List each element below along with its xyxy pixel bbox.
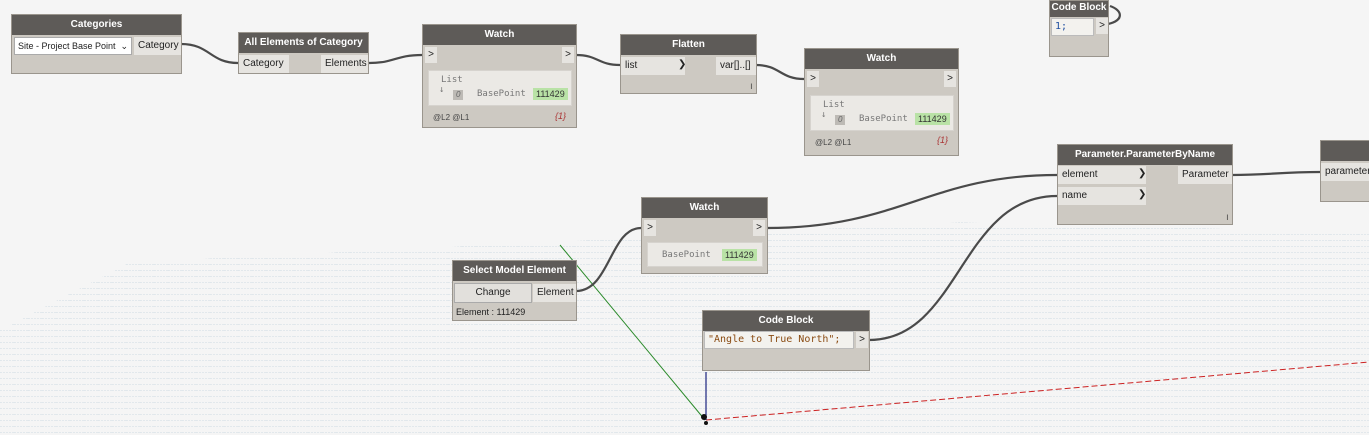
chevron-right-icon: ❯ bbox=[1138, 189, 1147, 200]
node-title bbox=[1321, 141, 1369, 161]
input-port[interactable]: > bbox=[644, 220, 656, 236]
wire-watch1-to-flatten bbox=[575, 53, 621, 67]
expand-arrow-icon: ↓ bbox=[439, 85, 445, 95]
wire-all-elements-to-watch1 bbox=[368, 53, 423, 65]
item-count: {1} bbox=[936, 135, 948, 145]
output-port-elements[interactable]: Elements bbox=[321, 55, 368, 73]
code-block-node-top[interactable]: Code Block 1; > bbox=[1049, 0, 1109, 57]
node-title: Select Model Element bbox=[453, 261, 576, 281]
categories-node[interactable]: Categories Site - Project Base Point ⌄ C… bbox=[11, 14, 182, 74]
node-title: Flatten bbox=[621, 35, 756, 55]
list-levels: @L2 @L1 bbox=[815, 138, 852, 147]
origin-point bbox=[701, 414, 707, 420]
output-port[interactable]: > bbox=[944, 71, 956, 87]
watch-node-3[interactable]: Watch > > BasePoint 111429 bbox=[641, 197, 768, 274]
dropdown-value: Site - Project Base Point bbox=[18, 41, 116, 51]
list-levels: @L2 @L1 bbox=[433, 113, 470, 122]
input-port[interactable]: > bbox=[807, 71, 819, 87]
lacing-indicator: l bbox=[1226, 215, 1228, 222]
element-id-value: 111429 bbox=[722, 249, 757, 261]
watch-output-box: List ↓ 0 BasePoint 111429 bbox=[810, 95, 954, 131]
parameter-by-name-node[interactable]: Parameter.ParameterByName element ❯ name… bbox=[1057, 144, 1233, 225]
wire-categories-to-all-elements bbox=[180, 42, 239, 65]
node-title: All Elements of Category bbox=[239, 33, 368, 53]
wire-param-to-partial bbox=[1231, 170, 1321, 177]
chevron-down-icon: ⌄ bbox=[120, 41, 128, 51]
list-item: BasePoint bbox=[662, 250, 711, 260]
input-port-category[interactable]: Category bbox=[239, 55, 289, 73]
output-port[interactable]: > bbox=[856, 332, 868, 348]
watch-output-box: BasePoint 111429 bbox=[647, 242, 763, 267]
watch-node-2[interactable]: Watch > > List ↓ 0 BasePoint 111429 @L2 … bbox=[804, 48, 959, 156]
output-port[interactable]: > bbox=[753, 220, 765, 236]
wire-watch3-to-param bbox=[766, 173, 1058, 230]
output-port[interactable]: > bbox=[562, 47, 574, 63]
list-label: List bbox=[441, 75, 463, 85]
input-port-element[interactable]: element bbox=[1058, 166, 1146, 184]
list-index: 0 bbox=[453, 90, 464, 100]
category-dropdown[interactable]: Site - Project Base Point ⌄ bbox=[14, 37, 132, 55]
wire-code-block-top bbox=[1107, 4, 1121, 26]
code-block-node-bottom[interactable]: Code Block "Angle to True North"; > bbox=[702, 310, 870, 371]
output-port[interactable]: var[]..[] bbox=[716, 57, 756, 75]
graph-canvas[interactable]: Categories Site - Project Base Point ⌄ C… bbox=[0, 0, 1369, 435]
chevron-right-icon: ❯ bbox=[1138, 168, 1147, 179]
list-index: 0 bbox=[835, 115, 846, 125]
input-port-parameter[interactable]: parameter bbox=[1321, 163, 1369, 181]
node-title: Categories bbox=[12, 15, 181, 35]
node-title: Code Block bbox=[1050, 1, 1108, 17]
selection-status: Element : 111429 bbox=[456, 307, 526, 317]
output-port-parameter[interactable]: Parameter bbox=[1178, 166, 1232, 184]
list-label: List bbox=[823, 100, 845, 110]
input-port[interactable]: > bbox=[425, 47, 437, 63]
change-button[interactable]: Change bbox=[454, 283, 532, 303]
node-title: Watch bbox=[805, 49, 958, 69]
wire-flatten-to-watch2 bbox=[755, 63, 805, 81]
element-id-value: 111429 bbox=[533, 88, 568, 100]
lacing-indicator: l bbox=[750, 84, 752, 91]
list-item: BasePoint bbox=[477, 89, 526, 99]
code-input[interactable]: 1; bbox=[1051, 18, 1094, 36]
watch-output-box: List ↓ 0 BasePoint 111429 bbox=[428, 70, 572, 106]
list-item: BasePoint bbox=[859, 114, 908, 124]
code-input[interactable]: "Angle to True North"; bbox=[704, 331, 854, 349]
node-title: Parameter.ParameterByName bbox=[1058, 145, 1232, 165]
expand-arrow-icon: ↓ bbox=[821, 110, 827, 120]
node-title: Code Block bbox=[703, 311, 869, 331]
select-model-element-node[interactable]: Select Model Element Change Element Elem… bbox=[452, 260, 577, 321]
node-title: Watch bbox=[423, 25, 576, 45]
element-id-value: 111429 bbox=[915, 113, 950, 125]
watch-node-1[interactable]: Watch > > List ↓ 0 BasePoint 111429 @L2 … bbox=[422, 24, 577, 128]
item-count: {1} bbox=[554, 111, 566, 121]
output-port[interactable]: > bbox=[1096, 18, 1108, 34]
flatten-node[interactable]: Flatten list ❯ var[]..[] l bbox=[620, 34, 757, 94]
node-title: Watch bbox=[642, 198, 767, 218]
output-port-category[interactable]: Category bbox=[134, 37, 181, 55]
all-elements-of-category-node[interactable]: All Elements of Category Category Elemen… bbox=[238, 32, 369, 74]
chevron-right-icon: ❯ bbox=[678, 59, 687, 70]
input-port-name[interactable]: name bbox=[1058, 187, 1146, 205]
output-port-element[interactable]: Element bbox=[533, 284, 576, 302]
input-port-list[interactable]: list bbox=[621, 57, 685, 75]
partial-node-right[interactable]: parameter bbox=[1320, 140, 1369, 202]
